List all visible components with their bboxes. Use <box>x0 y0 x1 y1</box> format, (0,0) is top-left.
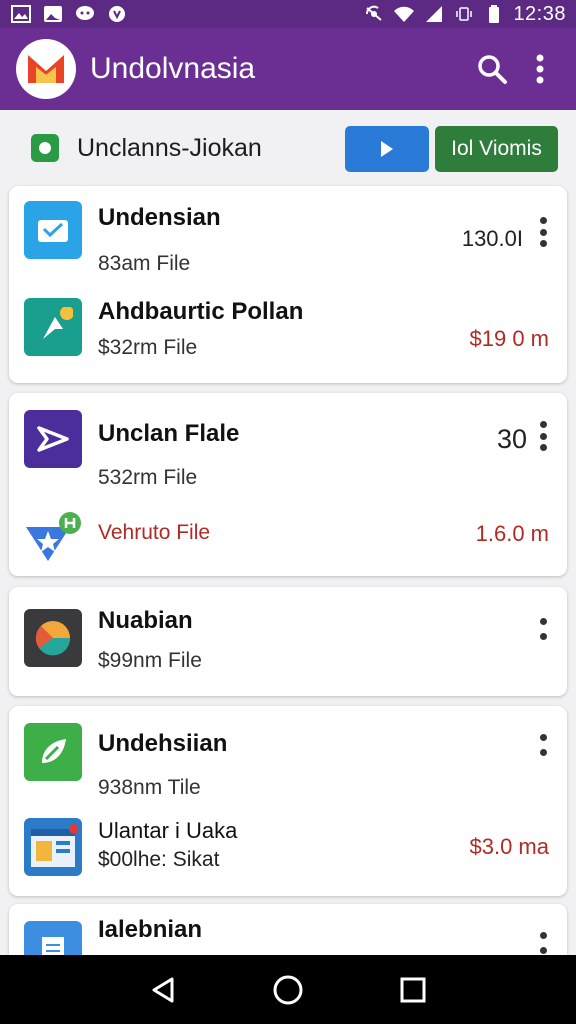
item-subtitle: $32rm File <box>98 336 198 359</box>
list-item[interactable]: Nuabian $99nm File <box>9 587 567 696</box>
more-vert-icon <box>536 54 544 84</box>
search-icon <box>478 55 507 84</box>
status-bar: 12:38 <box>0 0 576 28</box>
chat-icon <box>74 5 96 23</box>
item-menu-button[interactable] <box>535 734 551 756</box>
more-options-button[interactable] <box>516 45 564 93</box>
arrow-app-icon <box>24 298 82 356</box>
app-card[interactable]: Undensian 83am File 130.0I Ahdbaurtic Po… <box>9 186 567 383</box>
shield-icon <box>106 5 128 23</box>
list-item[interactable]: Ahdbaurtic Pollan $32rm File $19 0 m <box>9 286 567 383</box>
item-price: 1.6.0 m <box>475 521 549 546</box>
item-menu-button[interactable] <box>535 932 551 954</box>
home-button[interactable] <box>264 966 312 1014</box>
item-title: Ulantar i Uaka <box>98 818 238 843</box>
app-card[interactable]: Undehsiian 938nm Tile Ulantar i Uaka $00… <box>9 706 567 896</box>
radar-app-icon <box>24 609 82 667</box>
app-card[interactable]: Nuabian $99nm File <box>9 587 567 696</box>
item-value: 30 <box>496 424 527 454</box>
item-subtitle: 938nm Tile <box>98 776 201 799</box>
status-time: 12:38 <box>513 2 566 25</box>
gallery-icon <box>10 5 32 23</box>
item-subtitle: 532rm File <box>98 466 198 489</box>
list-item[interactable]: Unclan Flale 532rm File 30 <box>9 393 567 493</box>
home-icon <box>273 975 303 1004</box>
recents-button[interactable] <box>389 966 437 1014</box>
view-button[interactable]: Iol Viomis <box>435 126 558 172</box>
browser-app-icon <box>24 818 82 876</box>
item-subtitle: Vehruto File <box>98 521 211 544</box>
app-bar: Undolvnasia <box>0 28 576 110</box>
filter-toolbar: Unclanns-Jiokan Iol Viomis <box>0 110 576 186</box>
wifi-icon <box>393 5 415 23</box>
star-shield-icon <box>24 507 82 565</box>
list-item[interactable]: Ulantar i Uaka $00lhe: Sikat $3.0 ma <box>9 806 567 896</box>
toolbar-label: Unclanns-Jiokan <box>77 133 262 162</box>
search-button[interactable] <box>468 45 516 93</box>
list-item[interactable]: Undensian 83am File 130.0I <box>9 186 567 286</box>
vibrate-icon <box>453 5 475 23</box>
inbox-icon <box>24 201 82 259</box>
app-card[interactable]: Unclan Flale 532rm File 30 Vehruto File … <box>9 393 567 576</box>
app-title: Undolvnasia <box>90 52 256 85</box>
list-item[interactable]: Vehruto File 1.6.0 m <box>9 493 567 576</box>
app-logo[interactable] <box>16 39 76 99</box>
item-title: Undensian <box>98 204 221 231</box>
image-icon <box>42 5 64 23</box>
play-button[interactable] <box>345 126 429 172</box>
back-icon <box>152 977 174 1002</box>
back-button[interactable] <box>139 966 187 1014</box>
item-title: Nuabian <box>98 607 193 634</box>
item-subtitle: 83am File <box>98 252 191 275</box>
mail-logo-icon <box>28 55 64 83</box>
item-title: Ahdbaurtic Pollan <box>98 298 304 325</box>
send-app-icon <box>24 410 82 468</box>
item-menu-button[interactable] <box>535 618 551 640</box>
item-value: 130.0I <box>461 226 523 251</box>
item-subtitle: $00lhe: Sikat <box>98 848 220 871</box>
item-menu-button[interactable] <box>535 217 551 247</box>
item-title: Unclan Flale <box>98 420 240 447</box>
play-icon <box>381 141 393 157</box>
item-price: $3.0 ma <box>469 834 550 859</box>
select-checkbox[interactable] <box>31 134 59 162</box>
signal-icon <box>423 5 445 23</box>
recents-icon <box>400 977 426 1002</box>
list-item[interactable]: Undehsiian 938nm Tile <box>9 706 567 806</box>
item-menu-button[interactable] <box>535 421 551 451</box>
item-title: Undehsiian <box>98 730 228 757</box>
navigation-bar <box>0 955 576 1024</box>
item-title: Ialebnian <box>98 916 203 943</box>
battery-icon <box>483 5 505 23</box>
item-subtitle: $99nm File <box>98 649 202 672</box>
nfc-icon <box>363 5 385 23</box>
leaf-app-icon <box>24 723 82 781</box>
item-price: $19 0 m <box>469 326 550 351</box>
